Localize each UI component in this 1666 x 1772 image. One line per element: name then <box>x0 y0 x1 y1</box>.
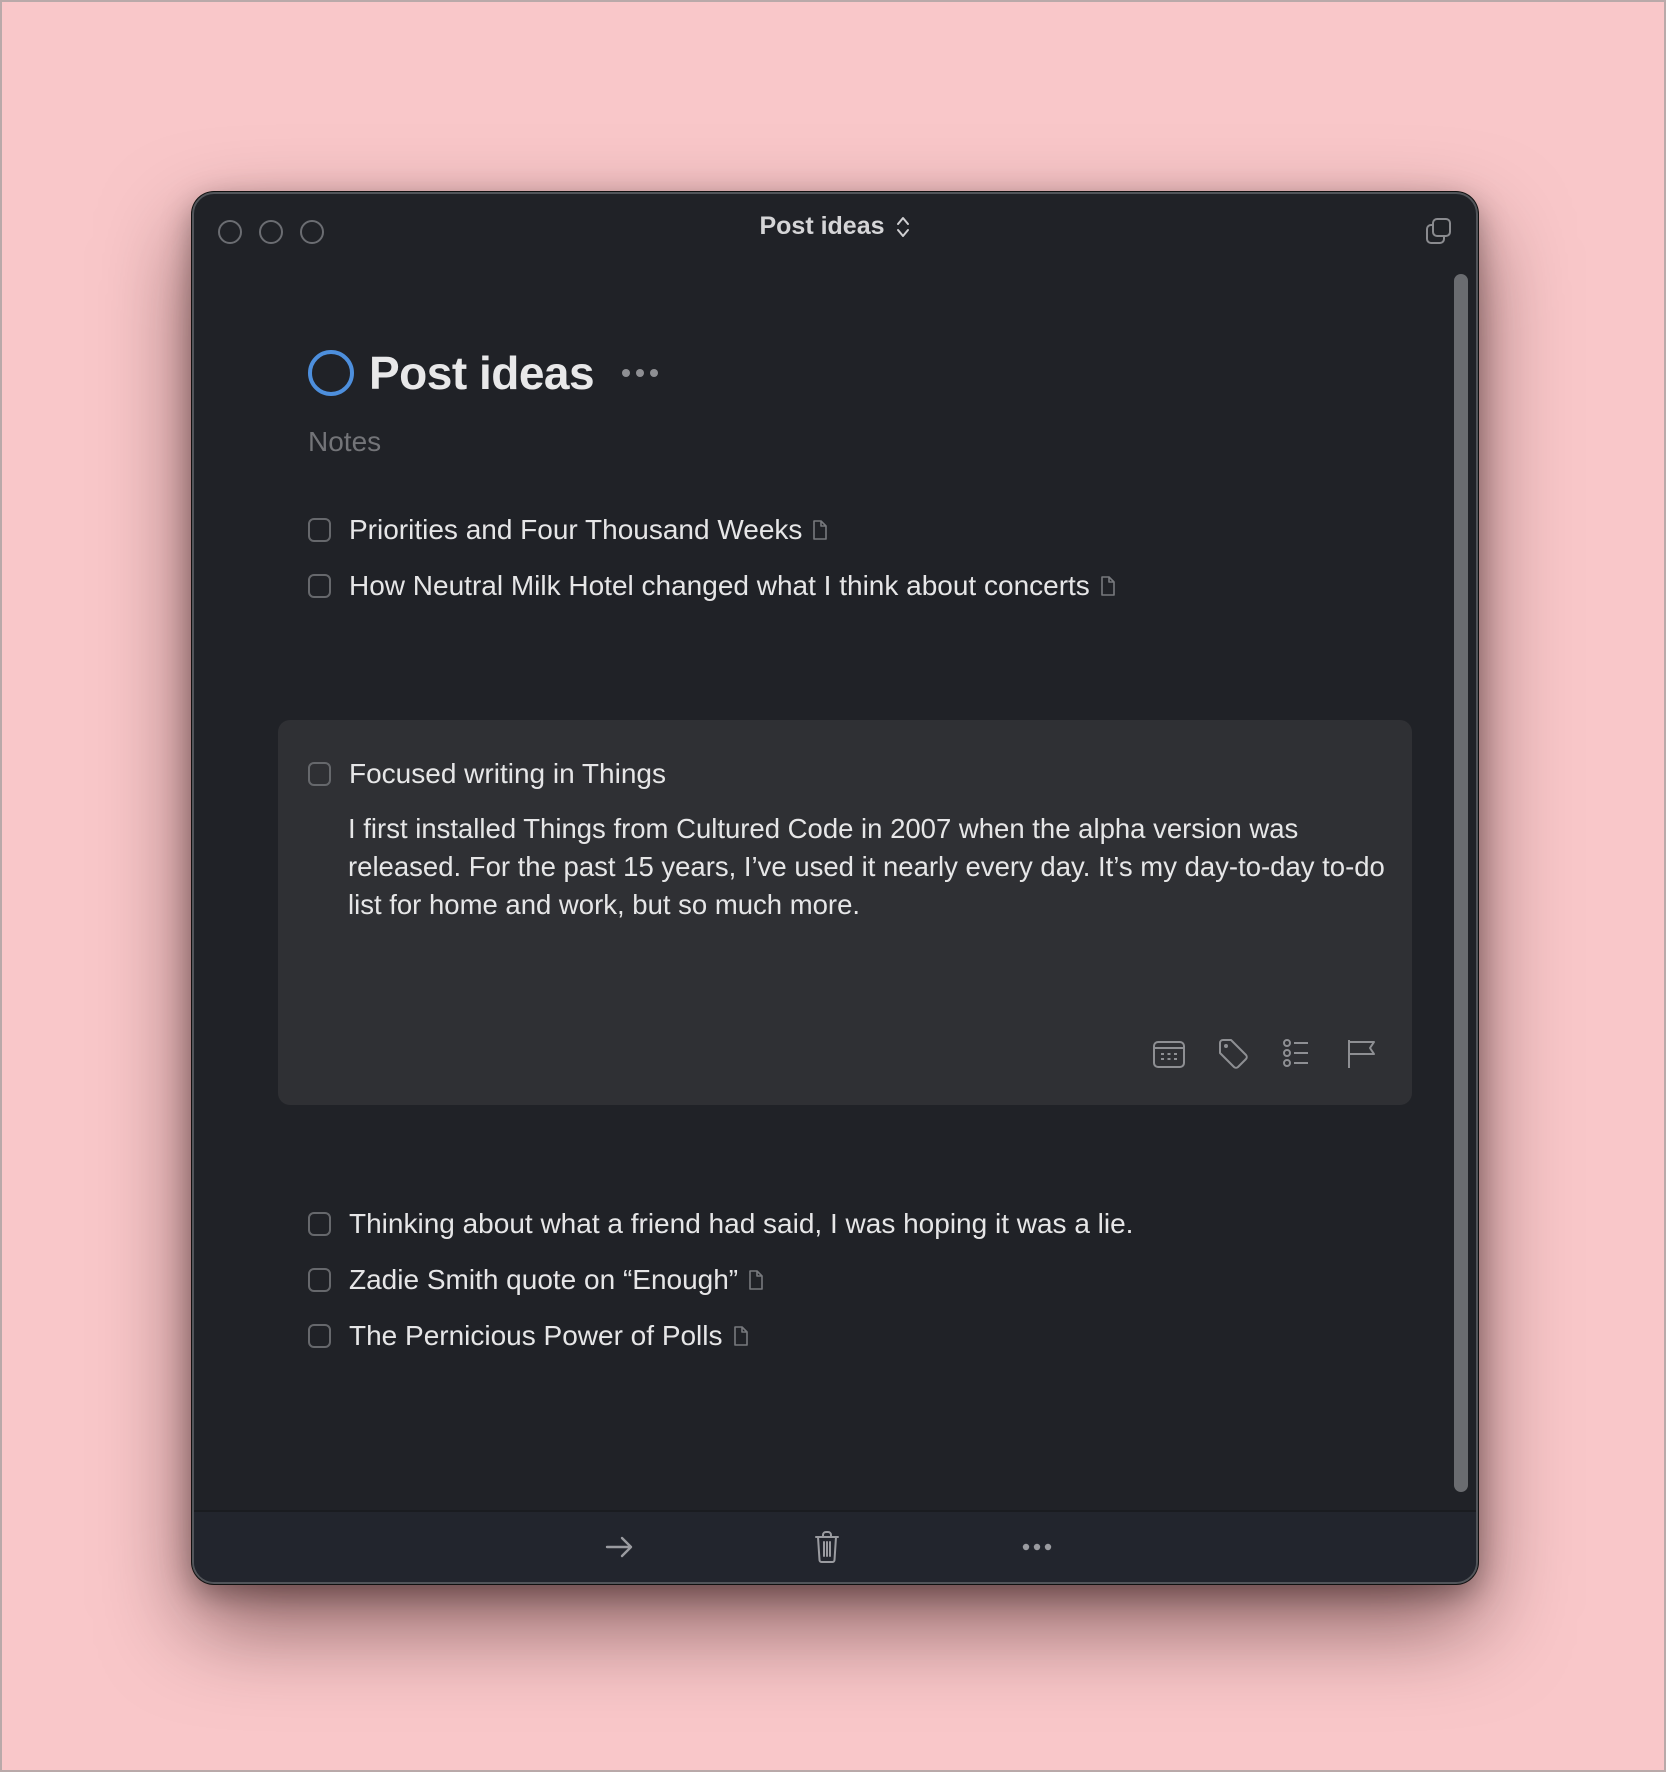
checklist-icon[interactable] <box>1280 1037 1314 1071</box>
ellipsis-icon <box>622 369 631 377</box>
open-task-header[interactable]: Focused writing in Things <box>308 758 666 790</box>
note-icon <box>733 1326 748 1346</box>
duplicate-window-icon[interactable] <box>1424 216 1454 246</box>
tag-icon[interactable] <box>1216 1037 1250 1071</box>
task-title[interactable]: Focused writing in Things <box>349 758 666 790</box>
note-icon <box>813 520 828 540</box>
note-icon <box>749 1270 763 1290</box>
project-header: Post ideas <box>308 346 659 400</box>
task-title: The Pernicious Power of Polls <box>349 1320 723 1351</box>
task-row[interactable]: Priorities and Four Thousand Weeks <box>308 514 828 546</box>
task-checkbox[interactable] <box>308 762 331 786</box>
window-title-switcher[interactable]: Post ideas <box>194 212 1476 241</box>
flag-icon[interactable] <box>1344 1037 1378 1071</box>
calendar-icon[interactable] <box>1152 1037 1186 1071</box>
project-notes-field[interactable]: Notes <box>308 426 381 458</box>
task-tools <box>1152 1037 1378 1071</box>
window-title: Post ideas <box>759 212 885 240</box>
task-checkbox[interactable] <box>308 1324 331 1348</box>
project-title[interactable]: Post ideas <box>369 346 595 400</box>
task-checkbox[interactable] <box>308 1268 331 1292</box>
task-checkbox[interactable] <box>308 574 331 598</box>
task-row[interactable]: The Pernicious Power of Polls <box>308 1320 749 1352</box>
task-title: Zadie Smith quote on “Enough” <box>349 1264 739 1295</box>
chevron-up-down-icon <box>896 216 909 237</box>
scrollbar[interactable] <box>1454 274 1468 1492</box>
project-progress-ring-icon[interactable] <box>308 350 354 396</box>
task-checkbox[interactable] <box>308 1212 331 1236</box>
task-title: Priorities and Four Thousand Weeks <box>349 514 803 545</box>
task-row[interactable]: Thinking about what a friend had said, I… <box>308 1208 1133 1240</box>
trash-icon[interactable] <box>810 1530 844 1564</box>
task-row[interactable]: Zadie Smith quote on “Enough” <box>308 1264 764 1296</box>
bottom-toolbar <box>194 1510 1476 1582</box>
project-more-button[interactable] <box>622 369 659 377</box>
expanded-task-card: Focused writing in Things I first instal… <box>278 720 1412 1105</box>
more-ellipsis-icon[interactable] <box>1020 1530 1054 1564</box>
task-title: Thinking about what a friend had said, I… <box>349 1208 1134 1239</box>
task-row[interactable]: How Neutral Milk Hotel changed what I th… <box>308 570 1116 602</box>
task-notes[interactable]: I first installed Things from Cultured C… <box>348 810 1388 924</box>
task-title: How Neutral Milk Hotel changed what I th… <box>349 570 1090 601</box>
app-window: Post ideas Post ideas Notes Priorities a… <box>192 192 1478 1584</box>
move-arrow-icon[interactable] <box>602 1530 636 1564</box>
note-icon <box>1101 576 1115 596</box>
task-checkbox[interactable] <box>308 518 331 542</box>
